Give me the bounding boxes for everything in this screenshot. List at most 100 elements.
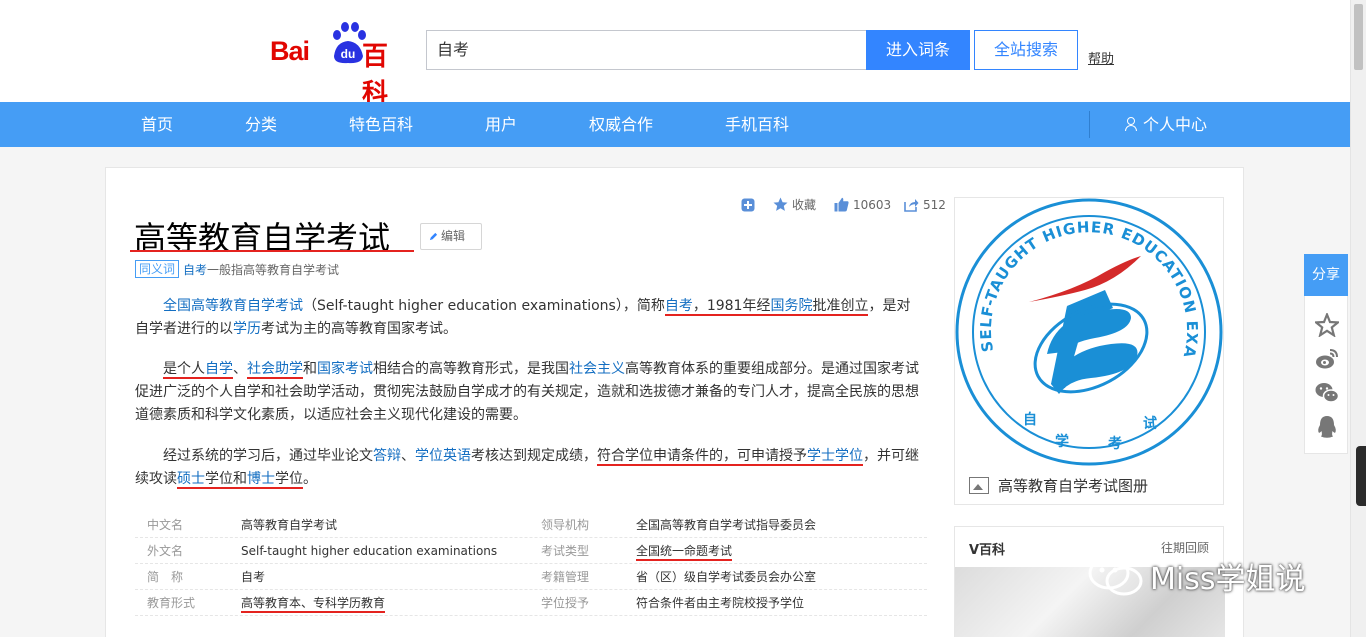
main-nav: 首页 分类 特色百科 用户 权威合作 手机百科 个人中心 xyxy=(0,102,1350,147)
info-key: 考籍管理 xyxy=(541,570,590,584)
album-caption-text: 高等教育自学考试图册 xyxy=(998,477,1149,495)
text: 。 xyxy=(303,471,317,487)
wechat-icon[interactable] xyxy=(1315,381,1339,405)
text: ，1981年经 xyxy=(692,298,771,314)
info-value: 全国高等教育自学考试指导委员会 xyxy=(636,518,817,532)
personal-center-label: 个人中心 xyxy=(1143,115,1208,134)
logo-paw-text: du xyxy=(341,47,356,61)
link-degree-english[interactable]: 学位英语 xyxy=(415,448,471,464)
scrollbar-thumb[interactable] xyxy=(1354,4,1363,70)
link-bachelor[interactable]: 学士学位 xyxy=(807,448,863,464)
synonym-link[interactable]: 自考 xyxy=(183,263,207,277)
info-value: 全国统一命题考试 xyxy=(636,538,733,564)
info-value: 高等教育本、专科学历教育 xyxy=(241,590,386,616)
edit-button[interactable]: 编辑 xyxy=(420,223,482,250)
edit-button-label: 编辑 xyxy=(441,229,466,243)
basic-info-table: 中文名 高等教育自学考试 领导机构 全国高等教育自学考试指导委员会 外文名 Se… xyxy=(135,512,927,616)
link-social-assist[interactable]: 社会助学 xyxy=(247,361,303,377)
info-value: 自考 xyxy=(241,570,266,584)
entry-title: 高等教育自学考试 xyxy=(134,219,391,257)
text: 、 xyxy=(233,361,247,377)
thumbs-up-icon xyxy=(834,197,849,212)
like-button[interactable]: 10603 xyxy=(834,196,891,214)
add-button[interactable] xyxy=(741,196,759,214)
emblem-char: 学 xyxy=(1055,433,1069,450)
info-row: 教育形式 高等教育本、专科学历教育 学位授予 符合条件者由主考院校授予学位 xyxy=(135,590,927,616)
wechat-watermark-icon xyxy=(1088,556,1143,596)
info-value: 符合条件者由主考院校授予学位 xyxy=(636,596,805,610)
info-value: 省（区）级自学考试委员会办公室 xyxy=(636,570,817,584)
text: 相结合的高等教育形式，是我国 xyxy=(373,361,569,377)
baidu-paw-icon: du xyxy=(333,22,366,64)
nav-item-users[interactable]: 用户 xyxy=(485,102,517,147)
synonym-tag[interactable]: 同义词 xyxy=(135,260,180,278)
link-master[interactable]: 硕士 xyxy=(177,471,205,487)
plus-square-icon xyxy=(741,198,755,212)
share-rail: 分享 xyxy=(1304,254,1348,454)
text: 批准创立 xyxy=(812,298,869,314)
annotation-underline xyxy=(130,250,414,252)
nav-item-partners[interactable]: 权威合作 xyxy=(589,102,653,147)
nav-personal-center[interactable]: 个人中心 xyxy=(1125,102,1207,147)
info-row: 中文名 高等教育自学考试 领导机构 全国高等教育自学考试指导委员会 xyxy=(135,512,927,538)
text: 考试为主的高等教育国家考试。 xyxy=(261,321,457,337)
share-count-button[interactable]: 512 xyxy=(904,196,946,214)
nav-item-category[interactable]: 分类 xyxy=(245,102,277,147)
qq-icon[interactable] xyxy=(1315,415,1339,439)
entry-album[interactable]: SELF-TAUGHT HIGHER EDUCATION EXAMINATION… xyxy=(954,197,1224,505)
link-national-exam-2[interactable]: 国家考试 xyxy=(317,361,373,377)
text: 、 xyxy=(401,448,415,464)
link-xueli[interactable]: 学历 xyxy=(233,321,261,337)
link-zikao[interactable]: 自考 xyxy=(665,298,693,314)
summary-paragraph-2: 是个人自学、社会助学和国家考试相结合的高等教育形式，是我国社会主义高等教育体系的… xyxy=(135,358,919,427)
nav-item-mobile[interactable]: 手机百科 xyxy=(725,102,789,147)
annotated-phrase: 社会助学 xyxy=(247,361,303,379)
link-socialism[interactable]: 社会主义 xyxy=(569,361,625,377)
user-icon xyxy=(1125,117,1137,131)
info-key: 考试类型 xyxy=(541,544,590,558)
nav-item-home[interactable]: 首页 xyxy=(141,102,173,147)
summary-paragraph-1: 全国高等教育自学考试（Self-taught higher education … xyxy=(135,295,919,341)
favorite-label: 收藏 xyxy=(792,198,817,212)
synonym-description: 一般指高等教育自学考试 xyxy=(207,263,340,277)
weibo-icon[interactable] xyxy=(1315,347,1339,371)
baidu-baike-logo[interactable]: Bai du 百科 xyxy=(268,20,408,109)
info-value: 高等教育自学考试 xyxy=(241,518,338,532)
page-scrollbar[interactable] xyxy=(1350,0,1366,637)
star-icon[interactable] xyxy=(1315,313,1339,337)
summary-paragraph-3: 经过系统的学习后，通过毕业论文答辩、学位英语考核达到规定成绩，符合学位申请条件的… xyxy=(135,445,919,491)
help-link[interactable]: 帮助 xyxy=(1088,48,1114,67)
annotated-phrase: 符合学位申请条件的，可申请授予学士学位 xyxy=(597,448,863,466)
nav-divider xyxy=(1089,111,1090,138)
link-self-study[interactable]: 自学 xyxy=(205,361,233,377)
link-doctor[interactable]: 博士 xyxy=(247,471,275,487)
text: （Self-taught higher education examinatio… xyxy=(303,298,665,314)
logo-text-bai: Bai xyxy=(270,36,310,66)
text: 是个人 xyxy=(163,361,205,377)
enter-entry-button[interactable]: 进入词条 xyxy=(866,30,970,70)
share-label[interactable]: 分享 xyxy=(1304,254,1348,296)
info-key: 中文名 xyxy=(147,518,184,532)
emblem-char: 试 xyxy=(1143,415,1157,432)
text: 学位和 xyxy=(205,471,247,487)
info-row: 外文名 Self-taught higher education examina… xyxy=(135,538,927,564)
link-national-exam[interactable]: 全国高等教育自学考试 xyxy=(163,298,303,314)
watermark: Miss学姐说 xyxy=(1088,553,1305,603)
pencil-icon xyxy=(429,232,438,241)
site-search-button[interactable]: 全站搜索 xyxy=(974,30,1078,70)
info-key: 学位授予 xyxy=(541,596,590,610)
logo-text-baike: 百科 xyxy=(362,42,388,109)
link-defense[interactable]: 答辩 xyxy=(373,448,401,464)
annotated-phrase: 硕士学位和博士学位 xyxy=(177,471,303,489)
favorite-button[interactable]: 收藏 xyxy=(773,196,816,214)
info-key: 简 称 xyxy=(147,570,184,584)
album-caption[interactable]: 高等教育自学考试图册 xyxy=(969,475,1148,496)
watermark-text: Miss学姐说 xyxy=(1150,562,1306,597)
search-input[interactable]: 自考 xyxy=(426,30,866,70)
link-state-council[interactable]: 国务院 xyxy=(770,298,812,314)
nav-item-featured[interactable]: 特色百科 xyxy=(349,102,413,147)
emblem-char: 考 xyxy=(1108,435,1122,452)
side-tool-widget[interactable] xyxy=(1356,446,1366,506)
share-arrow-icon xyxy=(904,199,919,212)
text: 考核达到规定成绩， xyxy=(471,448,597,464)
